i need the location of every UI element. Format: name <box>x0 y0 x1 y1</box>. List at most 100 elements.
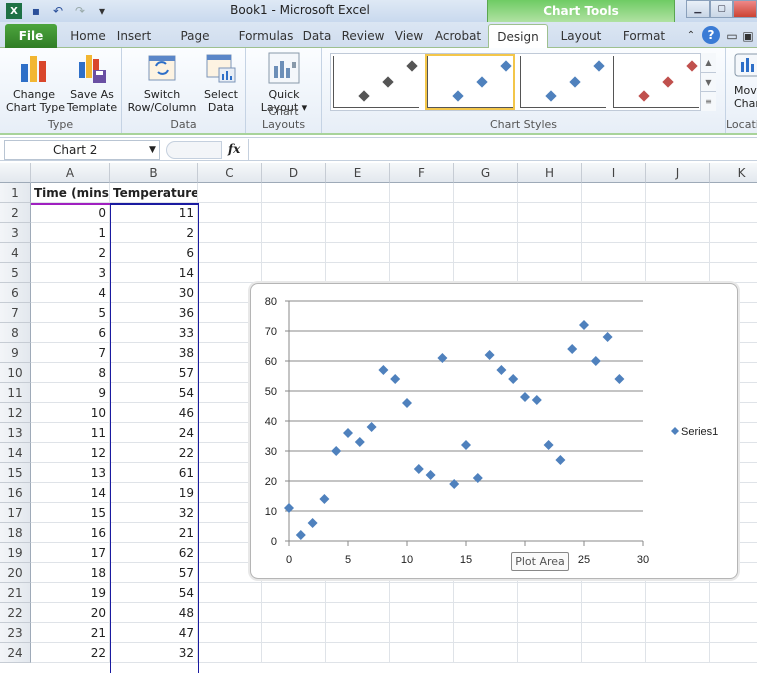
row-header[interactable]: 6 <box>0 283 31 303</box>
empty-cell[interactable] <box>710 603 757 623</box>
tab-review[interactable]: Review <box>340 24 386 48</box>
row-header[interactable]: 13 <box>0 423 31 443</box>
empty-cell[interactable] <box>326 183 390 203</box>
select-data-button[interactable]: Select Data <box>200 52 242 114</box>
data-cell[interactable]: 7 <box>31 343 110 363</box>
row-header[interactable]: 14 <box>0 443 31 463</box>
row-header[interactable]: 21 <box>0 583 31 603</box>
empty-cell[interactable] <box>262 643 326 663</box>
empty-cell[interactable] <box>710 263 757 283</box>
empty-cell[interactable] <box>518 183 582 203</box>
row-header[interactable]: 5 <box>0 263 31 283</box>
empty-cell[interactable] <box>454 263 518 283</box>
column-header-j[interactable]: J <box>646 163 710 183</box>
empty-cell[interactable] <box>262 583 326 603</box>
empty-cell[interactable] <box>582 203 646 223</box>
empty-cell[interactable] <box>262 603 326 623</box>
switch-row-column-button[interactable]: Switch Row/Column <box>124 52 200 114</box>
empty-cell[interactable] <box>518 263 582 283</box>
empty-cell[interactable] <box>646 183 710 203</box>
data-cell[interactable]: 13 <box>31 463 110 483</box>
row-header[interactable]: 24 <box>0 643 31 663</box>
chart-style-2[interactable] <box>425 54 515 110</box>
empty-cell[interactable] <box>710 243 757 263</box>
insert-function-button[interactable]: fx <box>228 142 240 156</box>
empty-cell[interactable] <box>198 243 262 263</box>
row-header[interactable]: 7 <box>0 303 31 323</box>
data-cell[interactable]: 22 <box>31 643 110 663</box>
empty-cell[interactable] <box>390 603 454 623</box>
gallery-scroll-down-icon[interactable]: ▼ <box>701 72 716 91</box>
empty-cell[interactable] <box>262 223 326 243</box>
row-header[interactable]: 15 <box>0 463 31 483</box>
empty-cell[interactable] <box>454 183 518 203</box>
close-button[interactable] <box>733 0 757 18</box>
empty-cell[interactable] <box>390 183 454 203</box>
empty-cell[interactable] <box>646 603 710 623</box>
data-cell[interactable]: 21 <box>31 623 110 643</box>
row-header[interactable]: 9 <box>0 343 31 363</box>
empty-cell[interactable] <box>326 623 390 643</box>
row-header[interactable]: 16 <box>0 483 31 503</box>
empty-cell[interactable] <box>710 183 757 203</box>
empty-cell[interactable] <box>582 623 646 643</box>
column-header-d[interactable]: D <box>262 163 326 183</box>
column-header-g[interactable]: G <box>454 163 518 183</box>
empty-cell[interactable] <box>646 223 710 243</box>
empty-cell[interactable] <box>390 643 454 663</box>
empty-cell[interactable] <box>582 183 646 203</box>
data-cell[interactable]: 16 <box>31 523 110 543</box>
empty-cell[interactable] <box>710 223 757 243</box>
formula-input[interactable] <box>248 139 757 161</box>
row-header[interactable]: 1 <box>0 183 31 203</box>
select-all-corner[interactable] <box>0 163 31 183</box>
row-header[interactable]: 23 <box>0 623 31 643</box>
chart-area[interactable]: 01020304050607080051015202530Series1 <box>250 283 738 579</box>
column-header-b[interactable]: B <box>110 163 198 183</box>
empty-cell[interactable] <box>710 643 757 663</box>
empty-cell[interactable] <box>390 263 454 283</box>
data-cell[interactable]: 5 <box>31 303 110 323</box>
minimize-button[interactable]: ▁ <box>686 0 710 18</box>
chart-style-4[interactable] <box>613 56 699 108</box>
empty-cell[interactable] <box>198 583 262 603</box>
empty-cell[interactable] <box>390 243 454 263</box>
row-header[interactable]: 17 <box>0 503 31 523</box>
data-cell[interactable]: 4 <box>31 283 110 303</box>
empty-cell[interactable] <box>646 623 710 643</box>
empty-cell[interactable] <box>390 223 454 243</box>
data-cell[interactable]: 15 <box>31 503 110 523</box>
data-cell[interactable]: 17 <box>31 543 110 563</box>
column-header-e[interactable]: E <box>326 163 390 183</box>
empty-cell[interactable] <box>262 623 326 643</box>
empty-cell[interactable] <box>454 243 518 263</box>
row-header[interactable]: 8 <box>0 323 31 343</box>
empty-cell[interactable] <box>326 643 390 663</box>
empty-cell[interactable] <box>518 223 582 243</box>
row-header[interactable]: 11 <box>0 383 31 403</box>
gallery-scroll-up-icon[interactable]: ▲ <box>701 53 716 72</box>
chart-style-3[interactable] <box>520 56 606 108</box>
data-cell[interactable]: 11 <box>31 423 110 443</box>
restore-button[interactable]: ▢ <box>709 0 734 18</box>
empty-cell[interactable] <box>326 583 390 603</box>
empty-cell[interactable] <box>518 603 582 623</box>
workbook-restore-icon[interactable]: ▣ <box>742 24 754 48</box>
empty-cell[interactable] <box>454 223 518 243</box>
empty-cell[interactable] <box>390 623 454 643</box>
empty-cell[interactable] <box>454 583 518 603</box>
empty-cell[interactable] <box>390 203 454 223</box>
data-cell[interactable]: 18 <box>31 563 110 583</box>
name-box-dropdown-icon[interactable]: ▼ <box>149 141 156 159</box>
column-header-f[interactable]: F <box>390 163 454 183</box>
header-cell[interactable]: Time (mins) <box>31 183 110 203</box>
empty-cell[interactable] <box>262 263 326 283</box>
data-cell[interactable]: 19 <box>31 583 110 603</box>
data-cell[interactable]: 6 <box>31 323 110 343</box>
tab-page-layout[interactable]: Page Layout <box>160 24 230 67</box>
empty-cell[interactable] <box>198 623 262 643</box>
empty-cell[interactable] <box>518 243 582 263</box>
tab-format[interactable]: Format <box>620 24 668 48</box>
empty-cell[interactable] <box>262 203 326 223</box>
empty-cell[interactable] <box>326 203 390 223</box>
